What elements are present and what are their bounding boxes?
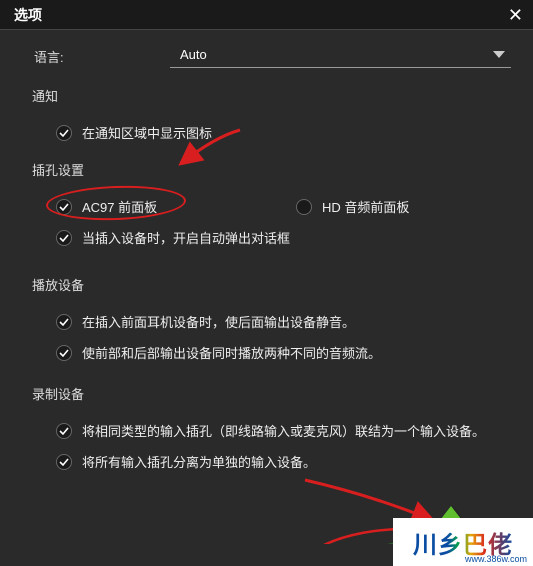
- chevron-down-icon: [493, 51, 505, 58]
- checkbox-auto-popup[interactable]: [56, 230, 72, 246]
- language-select[interactable]: Auto: [170, 44, 511, 68]
- notify-tray-label: 在通知区域中显示图标: [82, 123, 212, 142]
- content-area: 语言: Auto 通知 在通知区域中显示图标 插孔设置 AC97 前面板 HD …: [0, 30, 533, 487]
- language-label: 语言:: [30, 47, 170, 66]
- auto-popup-label: 当插入设备时，开启自动弹出对话框: [82, 228, 290, 247]
- checkbox-record-split[interactable]: [56, 454, 72, 470]
- checkbox-record-combine[interactable]: [56, 423, 72, 439]
- titlebar: 选项 ✕: [0, 0, 533, 30]
- playback-dual-label: 使前部和后部输出设备同时播放两种不同的音频流。: [82, 343, 381, 362]
- hd-label: HD 音频前面板: [322, 197, 409, 216]
- checkbox-ac97[interactable]: [56, 199, 72, 215]
- section-jack-title: 插孔设置: [32, 160, 515, 179]
- jack-row-1: AC97 前面板 HD 音频前面板: [30, 191, 515, 222]
- watermark: 川乡巴佬 www.386w.com: [393, 518, 533, 566]
- playback-opt2-row: 使前部和后部输出设备同时播放两种不同的音频流。: [30, 337, 515, 368]
- section-notify-title: 通知: [32, 86, 515, 105]
- record-combine-label: 将相同类型的输入插孔（即线路输入或麦克风）联结为一个输入设备。: [82, 421, 485, 440]
- language-value: Auto: [180, 47, 207, 62]
- checkbox-playback-dual[interactable]: [56, 345, 72, 361]
- close-icon[interactable]: ✕: [508, 6, 523, 24]
- record-opt2-row: 将所有输入插孔分离为单独的输入设备。: [30, 446, 515, 477]
- window-title: 选项: [14, 5, 42, 25]
- notify-option-row: 在通知区域中显示图标: [30, 117, 515, 148]
- section-playback-title: 播放设备: [32, 275, 515, 294]
- record-opt1-row: 将相同类型的输入插孔（即线路输入或麦克风）联结为一个输入设备。: [30, 415, 515, 446]
- checkbox-playback-mute[interactable]: [56, 314, 72, 330]
- ac97-label: AC97 前面板: [82, 197, 157, 216]
- record-split-label: 将所有输入插孔分离为单独的输入设备。: [82, 452, 316, 471]
- checkbox-hd[interactable]: [296, 199, 312, 215]
- section-record-title: 录制设备: [32, 384, 515, 403]
- playback-opt1-row: 在插入前面耳机设备时，使后面输出设备静音。: [30, 306, 515, 337]
- playback-mute-label: 在插入前面耳机设备时，使后面输出设备静音。: [82, 312, 355, 331]
- watermark-url: www.386w.com: [465, 554, 527, 564]
- jack-auto-row: 当插入设备时，开启自动弹出对话框: [30, 222, 515, 253]
- checkbox-notify-tray[interactable]: [56, 125, 72, 141]
- language-row: 语言: Auto: [30, 44, 515, 68]
